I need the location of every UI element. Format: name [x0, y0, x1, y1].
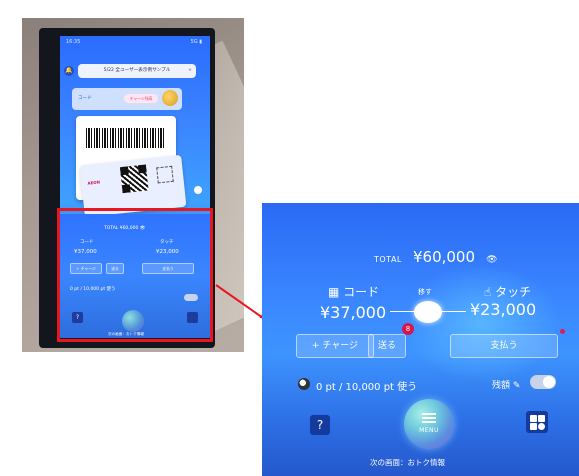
status-time: 16:35 [66, 39, 81, 45]
hide-balance-label: 残額 ✎ [492, 381, 521, 391]
hide-balance-toggle[interactable] [530, 375, 556, 389]
points-text[interactable]: 0 pt / 10,000 pt 使う [316, 378, 417, 393]
scan-icon[interactable] [156, 165, 174, 184]
charge-button[interactable]: + チャージ [296, 334, 374, 358]
notification-dot [560, 329, 565, 334]
qr-grid-icon: ▦ [328, 285, 340, 299]
swap-slider-handle[interactable] [414, 301, 442, 323]
close-icon[interactable]: × [188, 64, 192, 78]
card-code-label: コード [78, 96, 92, 101]
title-bar[interactable]: 5/22 全ユーザー表示例サンプル × [78, 64, 196, 78]
brand-logo: AEON [87, 179, 101, 186]
swap-label: 移す [418, 288, 432, 296]
background-glow [402, 263, 562, 383]
app-grid-icon[interactable] [526, 411, 548, 433]
pay-button[interactable]: 支払う [450, 334, 558, 358]
touch-amount: ¥23,000 [470, 300, 537, 319]
charge-balance-pill[interactable]: チャージ残高 [124, 94, 158, 103]
send-badge: 8 [402, 323, 414, 335]
send-button[interactable]: 送る [368, 334, 406, 358]
touch-icon: ☝ [484, 285, 492, 299]
total-label: TOTAL [374, 255, 402, 264]
coin-icon [162, 90, 178, 106]
code-amount: ¥37,000 [320, 303, 387, 322]
bell-icon[interactable]: 🔔 [64, 66, 74, 76]
touch-label-text: タッチ [495, 285, 532, 299]
code-label: ▦ コード [328, 283, 379, 300]
eye-icon[interactable]: 👁 [486, 255, 497, 265]
menu-button[interactable]: MENU [404, 399, 454, 449]
total-amount: ¥60,000 [412, 248, 476, 266]
code-label-text: コード [343, 285, 380, 299]
swap-arrow-left-icon [390, 311, 414, 312]
title-bar-text: 5/22 全ユーザー表示例サンプル [103, 68, 171, 73]
status-indicators: 5G ▮ [190, 39, 202, 45]
balance-card-top[interactable]: コード チャージ残高 [72, 88, 182, 110]
menu-label: MENU [419, 427, 439, 434]
settings-dot-icon[interactable] [194, 186, 202, 194]
highlight-box [57, 208, 213, 342]
touch-label: ☝ タッチ [484, 283, 531, 300]
hamburger-icon [422, 413, 436, 423]
total-balance: TOTAL ¥60,000 👁 [374, 247, 498, 266]
next-screen-link[interactable]: 次の画面：おトク情報 [370, 457, 445, 468]
swap-arrow-right-icon [442, 311, 466, 312]
points-mascot-icon [298, 378, 310, 390]
help-button[interactable]: ? [310, 415, 330, 435]
barcode-image [86, 128, 166, 148]
qr-code-image [119, 164, 149, 194]
zoomed-payment-panel: TOTAL ¥60,000 👁 ▦ コード ☝ タッチ ¥37,000 ¥23,… [262, 203, 579, 476]
